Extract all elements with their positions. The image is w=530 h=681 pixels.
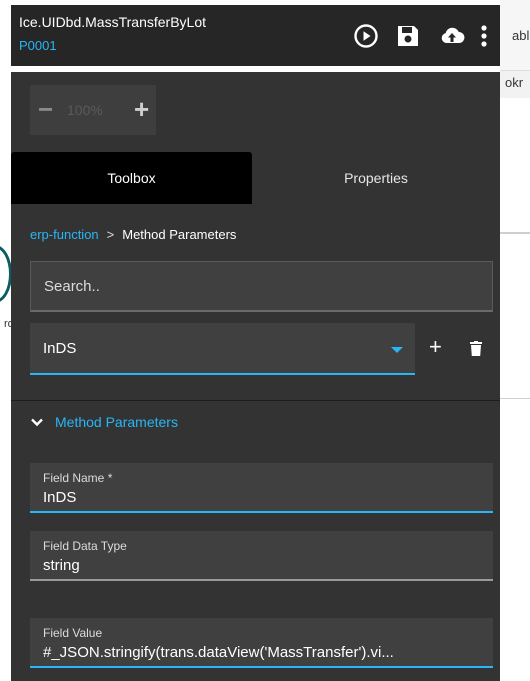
background-divider <box>500 398 530 399</box>
tab-properties-label: Properties <box>344 170 408 186</box>
tab-toolbox[interactable]: Toolbox <box>11 152 252 204</box>
zoom-in-button[interactable]: + <box>134 96 149 122</box>
field-label: Field Name * <box>43 471 113 485</box>
app-title: Ice.UIDbd.MassTransferByLot <box>19 14 206 30</box>
section-divider <box>11 400 500 401</box>
parameter-select[interactable]: InDS <box>30 323 415 375</box>
add-parameter-button[interactable]: + <box>429 336 442 358</box>
save-icon[interactable] <box>395 23 421 49</box>
app-subtitle[interactable]: P0001 <box>19 38 57 53</box>
breadcrumb-separator: > <box>106 227 115 242</box>
background-text: abl <box>512 28 530 43</box>
field-data-type-input[interactable]: Field Data Type string <box>30 531 493 581</box>
trash-icon <box>470 341 482 356</box>
section-title: Method Parameters <box>55 414 178 430</box>
designer-panel: − 100% + Toolbox Properties erp-function… <box>11 72 500 681</box>
app-header: Ice.UIDbd.MassTransferByLot P0001 <box>11 5 500 68</box>
cloud-upload-icon[interactable] <box>439 23 465 49</box>
zoom-level: 100% <box>67 102 103 118</box>
field-label: Field Data Type <box>43 539 127 553</box>
method-parameters-section-toggle[interactable]: Method Parameters <box>30 414 178 430</box>
background-divider <box>500 232 530 234</box>
zoom-out-button[interactable]: − <box>38 96 53 122</box>
tab-properties[interactable]: Properties <box>252 152 500 204</box>
breadcrumb-link[interactable]: erp-function <box>30 227 99 242</box>
play-circle-icon[interactable] <box>353 23 379 49</box>
field-label: Field Value <box>43 626 103 640</box>
field-value: InDS <box>43 489 77 506</box>
tab-toolbox-label: Toolbox <box>107 170 156 186</box>
search-field[interactable] <box>30 261 493 312</box>
caret-down-icon <box>391 347 403 353</box>
field-value: #_JSON.stringify(trans.dataView('MassTra… <box>43 644 394 661</box>
background-text: okr <box>505 75 524 90</box>
field-value: string <box>43 557 80 574</box>
search-input[interactable] <box>31 262 492 310</box>
zoom-control: − 100% + <box>30 85 156 135</box>
chevron-down-icon <box>30 415 44 429</box>
delete-parameter-button[interactable] <box>470 341 482 356</box>
parameter-select-value: InDS <box>43 340 77 357</box>
more-vert-icon[interactable] <box>477 23 491 49</box>
field-name-input[interactable]: Field Name * InDS <box>30 463 493 513</box>
breadcrumb: erp-function > Method Parameters <box>30 227 236 242</box>
breadcrumb-current: Method Parameters <box>122 227 237 242</box>
field-value-input[interactable]: Field Value #_JSON.stringify(trans.dataV… <box>30 618 493 668</box>
